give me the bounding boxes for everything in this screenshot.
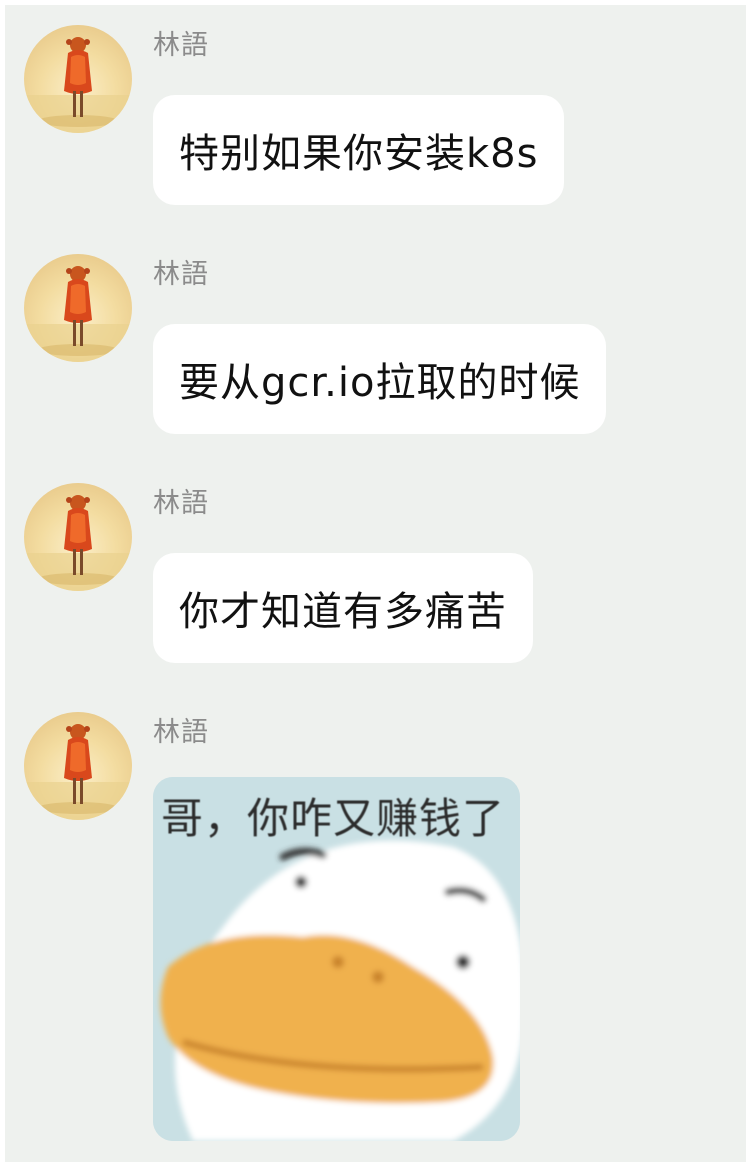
avatar-girl-icon (24, 25, 132, 133)
avatar-girl-icon (24, 254, 132, 362)
avatar[interactable] (24, 483, 132, 591)
avatar[interactable] (24, 254, 132, 362)
message-bubble[interactable]: 你才知道有多痛苦 (153, 553, 533, 663)
message-bubble[interactable]: 要从gcr.io拉取的时候 (153, 324, 607, 434)
chat-screen: 林語 特别如果你安装k8s 林語 要从gcr.io拉取的时候 林語 你才知道有多… (5, 5, 746, 1162)
avatar-girl-icon (24, 712, 132, 820)
duck-sticker-image[interactable]: 哥，你咋又赚钱了 (153, 777, 520, 1141)
sender-name: 林語 (153, 488, 209, 519)
sender-name: 林語 (153, 717, 209, 748)
sticker-caption: 哥，你咋又赚钱了 (161, 794, 506, 843)
sender-name: 林語 (153, 30, 209, 61)
avatar[interactable] (24, 712, 132, 820)
avatar-girl-icon (24, 483, 132, 591)
message-bubble[interactable]: 特别如果你安装k8s (153, 95, 565, 205)
avatar[interactable] (24, 25, 132, 133)
sender-name: 林語 (153, 259, 209, 290)
